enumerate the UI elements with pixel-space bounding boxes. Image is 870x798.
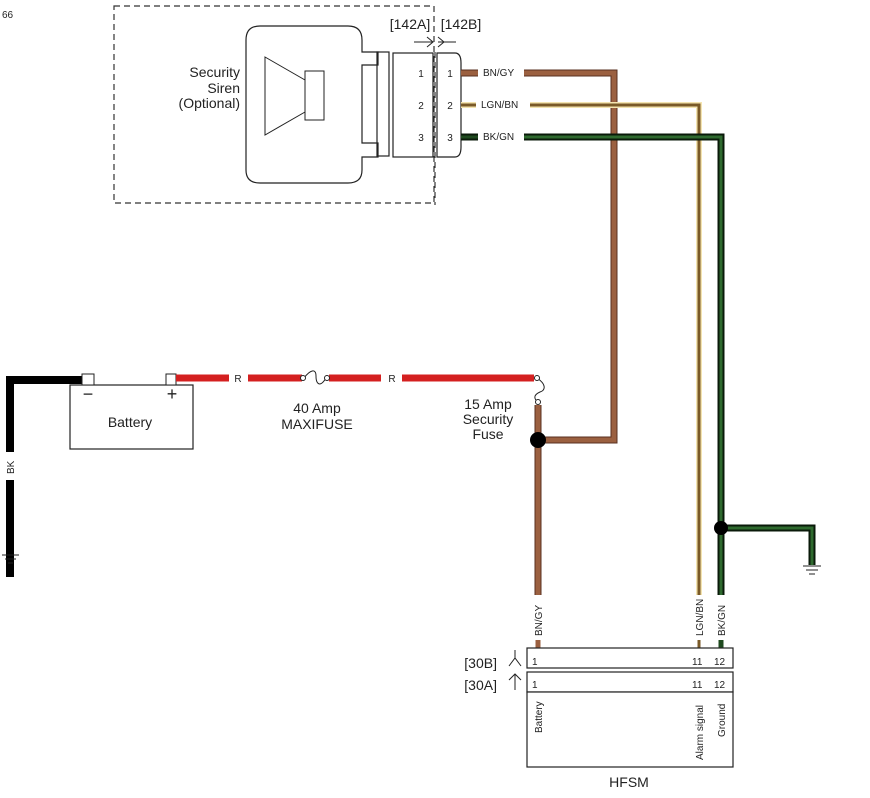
svg-text:12: 12 bbox=[714, 680, 726, 691]
splice-ground bbox=[714, 521, 728, 535]
maxifuse-icon bbox=[300, 370, 330, 385]
page-number: 66 bbox=[2, 10, 14, 21]
svg-text:1: 1 bbox=[532, 657, 538, 668]
svg-text:2: 2 bbox=[418, 101, 424, 112]
hfsm-wire-label-lgn-bn: LGN/BN bbox=[695, 599, 706, 636]
connector-30b-label: [30B] bbox=[464, 655, 497, 671]
wire-label-r: R bbox=[234, 374, 241, 385]
speaker-icon bbox=[264, 56, 325, 136]
svg-text:40 Amp: 40 Amp bbox=[293, 400, 341, 416]
svg-text:15 Amp: 15 Amp bbox=[464, 396, 512, 412]
connector-30a-label: [30A] bbox=[464, 677, 497, 693]
wire-label-bk-gn: BK/GN bbox=[483, 132, 514, 143]
svg-text:11: 11 bbox=[692, 680, 703, 691]
wire-bn-gy bbox=[461, 69, 618, 444]
battery-positive-sign: + bbox=[167, 384, 178, 404]
hfsm-wire-label-bn-gy: BN/GY bbox=[534, 605, 545, 636]
wire-label-bn-gy: BN/GY bbox=[483, 68, 514, 79]
connector-142a-label: [142A] bbox=[390, 16, 430, 32]
svg-text:MAXIFUSE: MAXIFUSE bbox=[281, 416, 353, 432]
svg-text:1: 1 bbox=[447, 69, 453, 80]
svg-text:3: 3 bbox=[447, 133, 453, 144]
wire-bk-gn bbox=[461, 133, 816, 595]
connector-142b-label: [142B] bbox=[441, 16, 481, 32]
hfsm-title: HFSM bbox=[609, 774, 649, 790]
connector-mating-arrows bbox=[414, 36, 456, 48]
wire-label-r: R bbox=[388, 374, 395, 385]
wiring-diagram: 66 Security Siren (Optional) [142A] [142… bbox=[2, 5, 821, 790]
hfsm-function-battery: Battery bbox=[534, 701, 545, 733]
svg-text:Fuse: Fuse bbox=[472, 426, 503, 442]
svg-text:Security: Security bbox=[189, 64, 240, 80]
splice-battery bbox=[530, 432, 546, 448]
battery-label: Battery bbox=[108, 414, 152, 430]
connector-142a bbox=[392, 52, 434, 158]
svg-text:1: 1 bbox=[532, 680, 538, 691]
svg-text:11: 11 bbox=[692, 657, 703, 668]
svg-text:12: 12 bbox=[714, 657, 726, 668]
hfsm-function-ground: Ground bbox=[717, 704, 728, 737]
svg-text:2: 2 bbox=[447, 101, 453, 112]
svg-text:1: 1 bbox=[418, 69, 424, 80]
optional-siren-boundary bbox=[113, 5, 435, 204]
wire-label-lgn-bn: LGN/BN bbox=[481, 100, 518, 111]
siren-label: Security Siren (Optional) bbox=[179, 64, 240, 111]
svg-text:Security: Security bbox=[463, 411, 514, 427]
siren-connector-plate bbox=[376, 51, 390, 157]
security-fuse-icon bbox=[534, 375, 545, 405]
svg-text:Siren: Siren bbox=[207, 80, 240, 96]
maxifuse-label: 40 Amp MAXIFUSE bbox=[281, 400, 353, 432]
svg-text:3: 3 bbox=[418, 133, 424, 144]
wire-lgn-bn bbox=[461, 102, 702, 595]
svg-text:(Optional): (Optional) bbox=[179, 95, 240, 111]
connector-mating-arrows bbox=[508, 650, 522, 690]
security-fuse-label: 15 Amp Security Fuse bbox=[463, 396, 514, 442]
hfsm-wire-stubs bbox=[535, 640, 724, 648]
wire-label-bk: BK bbox=[6, 460, 17, 474]
hfsm-function-alarm-signal: Alarm signal bbox=[695, 705, 706, 760]
battery-negative-sign: − bbox=[83, 384, 94, 404]
hfsm-wire-label-bk-gn: BK/GN bbox=[717, 605, 728, 636]
ground-icon bbox=[803, 565, 821, 575]
